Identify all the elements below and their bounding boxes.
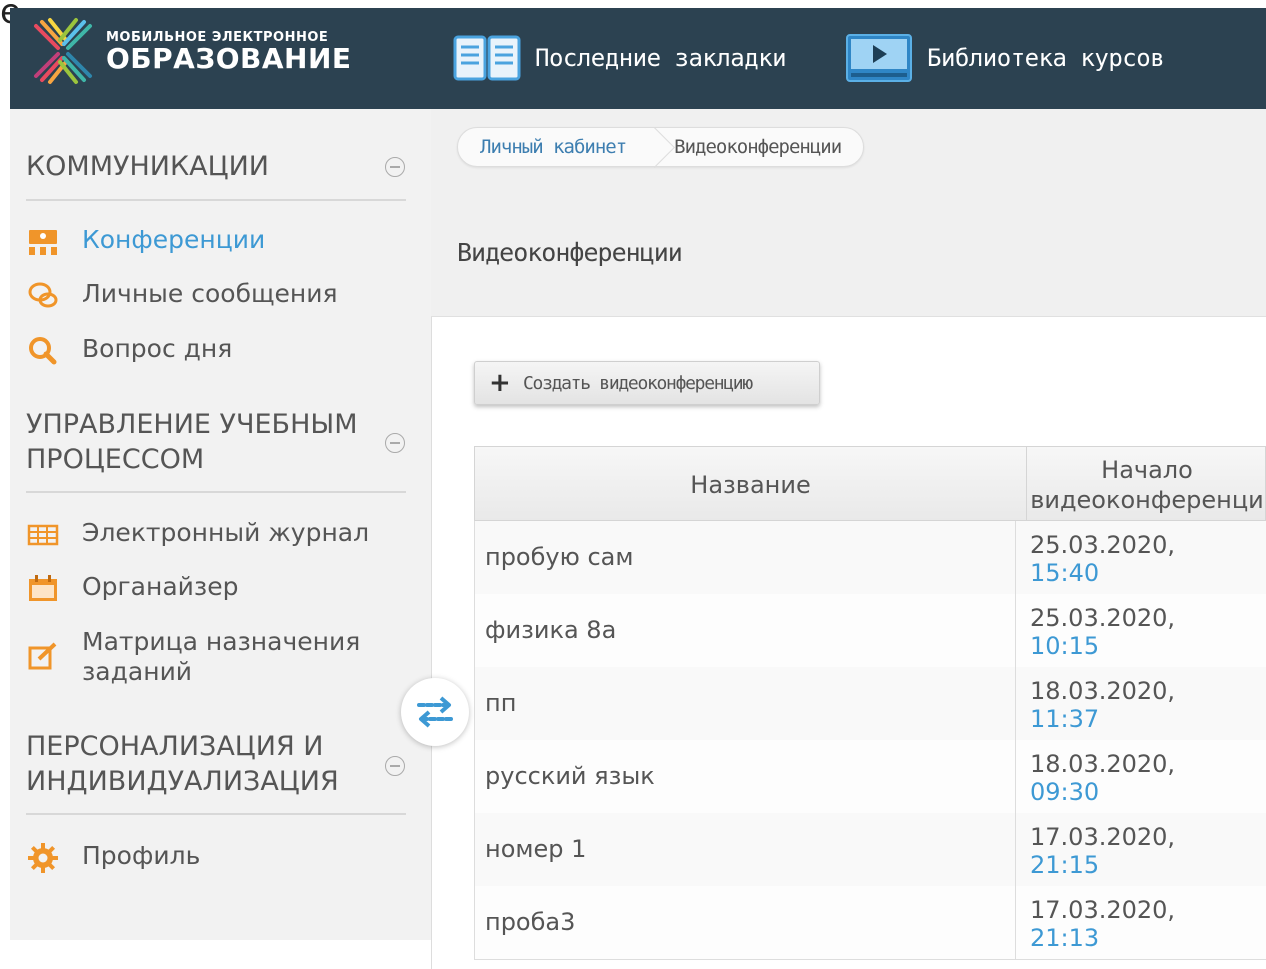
breadcrumb-separator <box>642 127 656 167</box>
header-line: видеоконференци <box>1030 486 1264 514</box>
sidebar-item-label: Вопрос дня <box>82 334 233 363</box>
sidebar-item-task-matrix[interactable]: Матрица назначения заданий <box>26 627 360 687</box>
start-date: 25.03.2020, <box>1030 531 1176 559</box>
table-header: Название Начало видеоконференци <box>474 446 1266 522</box>
table-row[interactable]: русский язык 18.03.2020, 09:30 <box>474 740 1266 814</box>
journal-grid-icon <box>26 518 60 552</box>
sidebar-item-label: Органайзер <box>82 572 239 601</box>
conference-start: 17.03.2020, 21:15 <box>1015 813 1245 886</box>
conference-name[interactable]: пп <box>485 689 516 717</box>
sidebar-item-profile[interactable]: Профиль <box>26 841 200 875</box>
start-time: 10:15 <box>1030 632 1100 660</box>
conference-start: 25.03.2020, 15:40 <box>1015 521 1245 594</box>
conference-start: 17.03.2020, 21:13 <box>1015 886 1245 959</box>
section-title-personalization: ПЕРСОНАЛИЗАЦИЯ И ИНДИВИДУАЛИЗАЦИЯ <box>26 729 339 799</box>
nav-course-library-label: Библиотека курсов <box>927 44 1165 72</box>
section-title-line: ИНДИВИДУАЛИЗАЦИЯ <box>26 766 339 797</box>
start-date: 18.03.2020, <box>1030 750 1176 778</box>
label-line: заданий <box>82 657 193 686</box>
start-date: 25.03.2020, <box>1030 604 1176 632</box>
table-row[interactable]: проба3 17.03.2020, 21:13 <box>474 886 1266 960</box>
section-title-line: ПРОЦЕССОМ <box>26 444 205 475</box>
section-collapse-icon[interactable] <box>385 157 405 177</box>
conference-name[interactable]: номер 1 <box>485 835 586 863</box>
conference-start: 18.03.2020, 11:37 <box>1015 667 1245 740</box>
conference-icon <box>26 225 60 259</box>
start-time: 11:37 <box>1030 705 1100 733</box>
conference-name[interactable]: физика 8а <box>485 616 616 644</box>
video-player-icon <box>846 34 912 82</box>
table-row[interactable]: номер 1 17.03.2020, 21:15 <box>474 813 1266 887</box>
sidebar-item-question-of-day[interactable]: Вопрос дня <box>26 334 232 368</box>
page-title: Видеоконференции <box>457 238 683 267</box>
gear-icon <box>26 841 60 875</box>
open-book-icon <box>453 35 521 81</box>
nav-course-library[interactable]: Библиотека курсов <box>845 30 1165 86</box>
sidebar-item-label: Конференции <box>82 225 266 254</box>
start-time: 21:15 <box>1030 851 1100 879</box>
start-time: 15:40 <box>1030 559 1100 587</box>
start-date: 17.03.2020, <box>1030 896 1176 924</box>
nav-recent-bookmarks-label: Последние закладки <box>535 44 787 72</box>
table-row[interactable]: пробую сам 25.03.2020, 15:40 <box>474 521 1266 595</box>
swap-arrows-icon <box>417 696 453 728</box>
start-date: 18.03.2020, <box>1030 677 1176 705</box>
start-time: 09:30 <box>1030 778 1100 806</box>
section-title-learning-management: УПРАВЛЕНИЕ УЧЕБНЫМ ПРОЦЕССОМ <box>26 407 358 477</box>
start-time: 21:13 <box>1030 924 1100 952</box>
sidebar: КОММУНИКАЦИИ Конференции Личные сообщени… <box>10 109 431 940</box>
top-header: МОБИЛЬНОЕ ЭЛЕКТРОННОЕ ОБРАЗОВАНИЕ Послед… <box>10 8 1266 109</box>
column-header-start[interactable]: Начало видеоконференци <box>1027 447 1266 522</box>
conference-name[interactable]: пробую сам <box>485 543 633 571</box>
plus-icon: + <box>489 368 511 398</box>
conference-start: 25.03.2020, 10:15 <box>1015 594 1245 667</box>
sidebar-item-conferences[interactable]: Конференции <box>26 225 265 259</box>
sidebar-item-journal[interactable]: Электронный журнал <box>26 518 369 552</box>
breadcrumb: Личный кабинет Видеоконференции <box>457 127 865 167</box>
column-header-name[interactable]: Название <box>475 447 1027 522</box>
divider <box>26 813 406 815</box>
create-videoconference-button[interactable]: + Создать видеоконференцию <box>474 361 820 405</box>
sidebar-item-label: Матрица назначения заданий <box>82 627 360 687</box>
breadcrumb-home-link[interactable]: Личный кабинет <box>480 136 627 158</box>
table-row[interactable]: физика 8а 25.03.2020, 10:15 <box>474 594 1266 668</box>
section-collapse-icon[interactable] <box>385 433 405 453</box>
magnifier-icon <box>26 334 60 368</box>
breadcrumb-current: Видеоконференции <box>674 136 842 158</box>
conference-name[interactable]: проба3 <box>485 908 575 936</box>
label-line: Матрица назначения <box>82 627 361 656</box>
header-line: Начало <box>1101 456 1193 484</box>
section-title-line: ПЕРСОНАЛИЗАЦИЯ И <box>26 731 324 762</box>
logo-title: ОБРАЗОВАНИЕ <box>106 42 352 75</box>
sidebar-item-label: Личные сообщения <box>82 279 338 308</box>
divider <box>26 199 406 201</box>
calendar-icon <box>26 572 60 606</box>
edit-icon <box>26 639 60 673</box>
toggle-sidebar-button[interactable] <box>401 678 469 746</box>
divider <box>26 491 406 493</box>
sidebar-item-organizer[interactable]: Органайзер <box>26 572 238 606</box>
conference-start: 18.03.2020, 09:30 <box>1015 740 1245 813</box>
sidebar-item-messages[interactable]: Личные сообщения <box>26 279 338 313</box>
chat-icon <box>26 279 60 313</box>
create-button-label: Создать видеоконференцию <box>523 372 753 394</box>
start-date: 17.03.2020, <box>1030 823 1176 851</box>
section-collapse-icon[interactable] <box>385 756 405 776</box>
sidebar-item-label: Профиль <box>82 841 201 870</box>
conference-name[interactable]: русский язык <box>485 762 655 790</box>
table-row[interactable]: пп 18.03.2020, 11:37 <box>474 667 1266 741</box>
section-title-communications: КОММУНИКАЦИИ <box>26 151 269 182</box>
section-title-line: УПРАВЛЕНИЕ УЧЕБНЫМ <box>26 409 358 440</box>
logo-icon[interactable] <box>28 16 98 86</box>
sidebar-item-label: Электронный журнал <box>82 518 370 547</box>
nav-recent-bookmarks[interactable]: Последние закладки <box>453 30 787 86</box>
